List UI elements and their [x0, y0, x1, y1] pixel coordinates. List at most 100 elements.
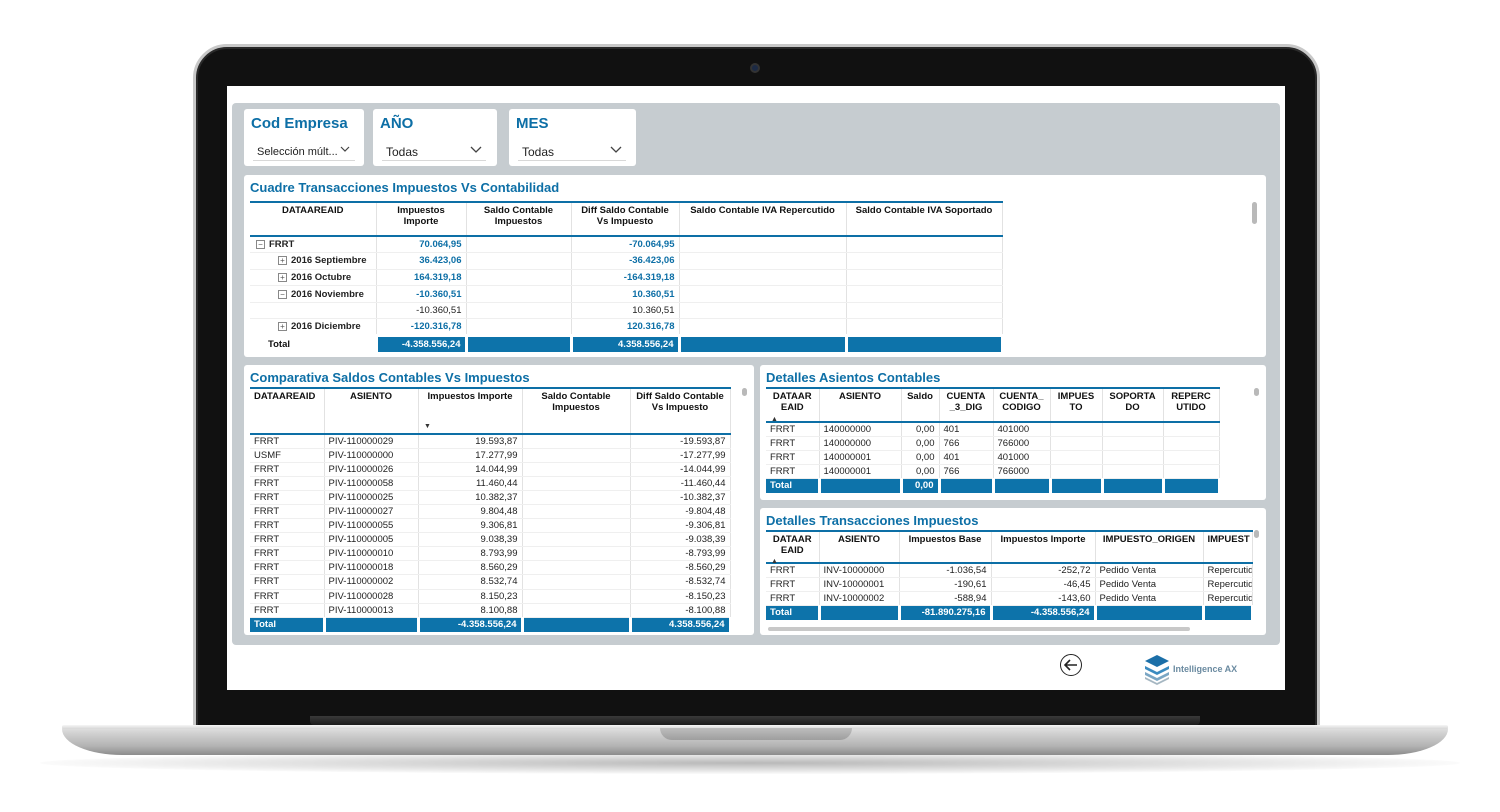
table-row[interactable]: FRRT INV-10000001 -190,61 -46,45 Pedido Vent… — [766, 577, 1253, 592]
table-row[interactable]: FRRT PIV-110000026 14.044,99 -14.044,99 — [250, 462, 731, 477]
table-row[interactable]: FRRT PIV-110000025 10.382,37 -10.382,37 — [250, 490, 731, 505]
column-header[interactable]: Impuestos Importe — [991, 530, 1096, 564]
slicer-title: MES — [516, 115, 549, 132]
column-header[interactable]: IMPUEST — [1203, 530, 1253, 564]
column-header[interactable]: ASIENTO — [819, 530, 900, 564]
collapse-icon[interactable]: − — [256, 240, 265, 250]
matrix-row[interactable]: −2016 Noviembre -10.360,51 10.360,51 — [250, 285, 1003, 303]
matrix-row[interactable]: +2016 Octubre 164.319,18 -164.319,18 — [250, 269, 1003, 287]
vertical-scrollbar[interactable] — [742, 388, 747, 396]
laptop-shadow — [40, 752, 1460, 774]
column-header[interactable]: ASIENTO — [819, 387, 902, 423]
table-row[interactable]: FRRT INV-10000000 -1.036,54 -252,72 Pedido V… — [766, 563, 1253, 578]
column-header[interactable]: DATAAREAID — [250, 201, 377, 237]
table-row[interactable]: FRRT 140000000 0,00 401 401000 — [766, 422, 1220, 437]
total-cell: -81.890.275,16 — [899, 605, 993, 620]
table-row[interactable]: FRRT PIV-110000058 11.460,44 -11.460,44 — [250, 476, 731, 491]
table-row[interactable]: FRRT PIV-110000018 8.560,29 -8.560,29 — [250, 560, 731, 576]
table-cell: PIV-110000005 — [324, 532, 419, 548]
collapse-icon[interactable]: − — [278, 289, 287, 299]
sort-ascending-icon[interactable]: ▲ — [771, 416, 778, 423]
column-header[interactable]: Impuestos Importe — [376, 201, 467, 237]
table-cell: 8.532,74 — [418, 574, 523, 590]
column-header[interactable]: Impuestos Importe — [418, 387, 523, 435]
column-header[interactable]: Saldo Contable Impuestos — [466, 201, 572, 237]
matrix-row[interactable]: +2016 Diciembre -120.316,78 120.316,78 — [250, 318, 1003, 337]
total-cell — [1102, 478, 1165, 493]
column-header[interactable]: CUENTA_ CODIGO — [993, 387, 1051, 423]
back-button[interactable] — [1060, 654, 1082, 676]
column-header[interactable]: IMPUESTO_ORIGEN — [1095, 530, 1204, 564]
vertical-scrollbar[interactable] — [1254, 388, 1259, 396]
column-header[interactable]: Saldo Contable Impuestos — [522, 387, 631, 435]
expand-icon[interactable]: + — [278, 272, 287, 282]
table-cell — [522, 603, 631, 618]
column-header[interactable]: Saldo Contable IVA Soportado — [846, 201, 1003, 237]
report-canvas: Cod Empresa Selección múlt... AÑO Todas … — [232, 103, 1280, 645]
table-cell: FRRT — [250, 504, 325, 520]
saldo-contable-cell — [466, 269, 572, 287]
column-header[interactable]: Impuestos Base — [899, 530, 992, 564]
table-row[interactable]: FRRT PIV-110000055 9.306,81 -9.306,81 — [250, 518, 731, 534]
table-cell: -8.793,99 — [630, 546, 731, 562]
diff-cell: 10.360,51 — [571, 302, 680, 320]
expand-icon[interactable]: + — [278, 322, 287, 332]
table-cell: FRRT — [766, 422, 820, 437]
table-row[interactable]: FRRT PIV-110000005 9.038,39 -9.038,39 — [250, 532, 731, 548]
sort-ascending-icon[interactable]: ▲ — [771, 558, 778, 565]
matrix-row[interactable]: -10.360,51 10.360,51 — [250, 302, 1003, 320]
table-row[interactable]: FRRT PIV-110000028 8.150,23 -8.150,23 — [250, 589, 731, 604]
table-row[interactable]: USMF PIV-110000000 17.277,99 -17.277,99 — [250, 448, 731, 463]
column-header[interactable]: REPERC UTIDO — [1163, 387, 1220, 423]
chevron-down-icon — [610, 146, 622, 153]
table-cell: PIV-110000000 — [324, 448, 419, 463]
vertical-scrollbar[interactable] — [1252, 202, 1257, 224]
table-cell: 8.100,88 — [418, 603, 523, 618]
table-row[interactable]: FRRT 140000001 0,00 766 766000 — [766, 464, 1220, 479]
column-header[interactable]: ASIENTO — [324, 387, 419, 435]
transacciones-table: DATAAR EAID ASIENTO Impuestos Base Impuesto… — [766, 530, 1254, 620]
column-header[interactable]: Diff Saldo Contable Vs Impuesto — [630, 387, 731, 435]
matrix-row[interactable]: − FRRT 70.064,95 -70.064,95 — [250, 236, 1003, 254]
column-header[interactable]: Diff Saldo Contable Vs Impuesto — [571, 201, 680, 237]
row-label-cell[interactable]: −2016 Noviembre — [250, 285, 377, 303]
row-label-cell[interactable]: − FRRT — [250, 236, 377, 254]
table-cell: FRRT — [250, 434, 325, 449]
table-cell: -8.100,88 — [630, 603, 731, 618]
table-cell: FRRT — [250, 589, 325, 604]
vertical-scrollbar[interactable] — [1254, 530, 1259, 538]
table-row[interactable]: FRRT PIV-110000029 19.593,87 -19.593,87 — [250, 434, 731, 449]
anio-dropdown[interactable]: Todas — [382, 139, 486, 161]
table-row[interactable]: FRRT PIV-110000010 8.793,99 -8.793,99 — [250, 546, 731, 562]
matrix-row[interactable]: +2016 Septiembre 36.423,06 -36.423,06 — [250, 252, 1003, 270]
iva-repercutido-cell — [679, 285, 847, 303]
row-label: 2016 Noviembre — [291, 288, 364, 300]
column-header[interactable]: SOPORTA DO — [1102, 387, 1164, 423]
column-header[interactable]: CUENTA _3_DIG — [939, 387, 994, 423]
horizontal-scrollbar[interactable] — [768, 627, 1190, 631]
column-header[interactable]: DATAAREAID — [250, 387, 325, 435]
table-cell: 10.382,37 — [418, 490, 523, 505]
table-cell: INV-10000002 — [819, 591, 900, 606]
column-header[interactable]: IMPUES TO — [1050, 387, 1103, 423]
table-row[interactable]: FRRT PIV-110000013 8.100,88 -8.100,88 — [250, 603, 731, 618]
column-header[interactable]: Saldo Contable IVA Repercutido — [679, 201, 847, 237]
cod-empresa-dropdown[interactable]: Selección múlt... — [253, 139, 355, 161]
table-row[interactable]: FRRT PIV-110000027 9.804,48 -9.804,48 — [250, 504, 731, 520]
table-cell: FRRT — [250, 490, 325, 505]
total-cell — [993, 478, 1052, 493]
expand-icon[interactable]: + — [278, 256, 287, 266]
table-row[interactable]: FRRT PIV-110000002 8.532,74 -8.532,74 — [250, 574, 731, 590]
mes-dropdown[interactable]: Todas — [518, 139, 626, 161]
table-cell — [1050, 450, 1103, 465]
row-label-cell[interactable]: +2016 Octubre — [250, 269, 377, 287]
table-row[interactable]: FRRT INV-10000002 -588,94 -143,60 Pedido Ven… — [766, 591, 1253, 606]
table-row[interactable]: FRRT 140000001 0,00 401 401000 — [766, 450, 1220, 465]
row-label-cell[interactable]: +2016 Septiembre — [250, 252, 377, 270]
row-label-cell[interactable]: +2016 Diciembre — [250, 318, 377, 337]
table-row[interactable]: FRRT 140000000 0,00 766 766000 — [766, 436, 1220, 451]
column-header[interactable]: Saldo — [901, 387, 940, 423]
total-cell: -4.358.556,24 — [991, 605, 1097, 620]
sort-descending-icon[interactable]: ▼ — [424, 423, 431, 430]
row-label-cell[interactable] — [250, 302, 377, 320]
